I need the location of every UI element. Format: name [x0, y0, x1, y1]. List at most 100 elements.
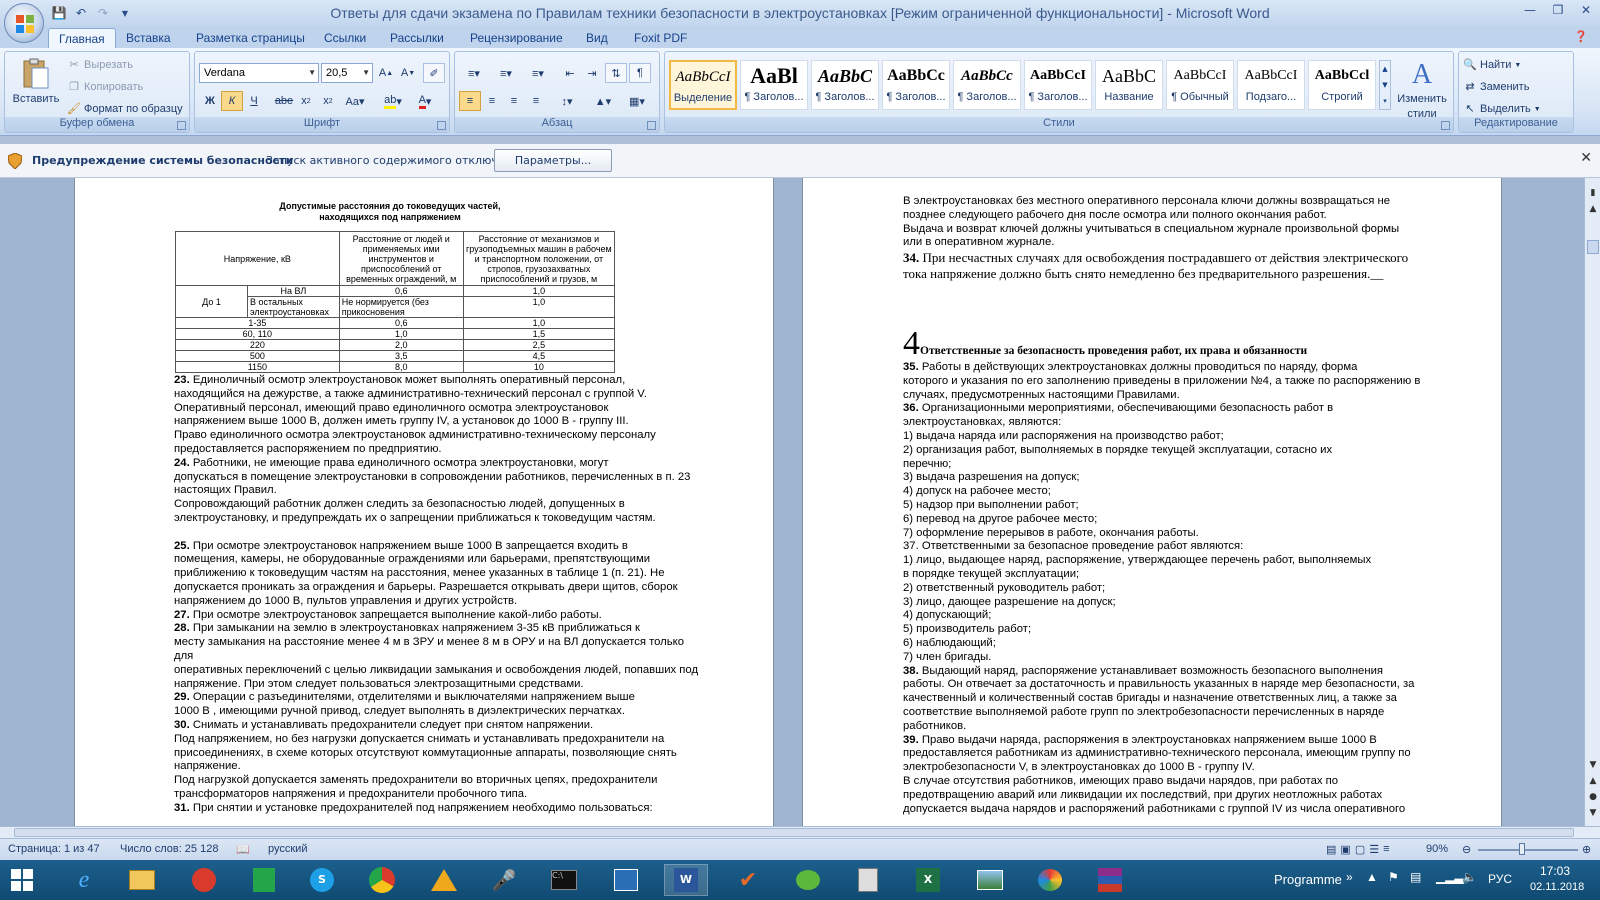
- paint-icon[interactable]: [1028, 864, 1072, 896]
- volume-icon[interactable]: 🔈: [1462, 870, 1477, 884]
- office-button[interactable]: [4, 3, 44, 43]
- internet-explorer-icon[interactable]: e: [62, 864, 106, 896]
- scroll-thumb[interactable]: [14, 828, 1574, 837]
- change-case-button[interactable]: Aa▾: [341, 91, 369, 111]
- find-button[interactable]: 🔍 Найти ▼: [1463, 58, 1521, 72]
- chrome-icon[interactable]: [360, 864, 404, 896]
- vertical-scrollbar[interactable]: ▮ ▲ ▼ ▲ ● ▼: [1584, 178, 1600, 826]
- zoom-slider-thumb[interactable]: [1519, 843, 1525, 855]
- skype-icon[interactable]: S: [300, 864, 344, 896]
- language[interactable]: русский: [268, 843, 307, 855]
- next-page-icon[interactable]: ▼: [1586, 806, 1600, 820]
- decrease-indent-button[interactable]: ⇤: [559, 63, 581, 83]
- show-marks-button[interactable]: ¶: [629, 63, 651, 83]
- select-button[interactable]: ↖ Выделить ▼: [1463, 102, 1540, 116]
- style-heading-5[interactable]: AaBbCcI ¶ Заголов...: [1024, 60, 1092, 110]
- font-color-button[interactable]: A ▾: [411, 91, 439, 111]
- winrar-icon[interactable]: [1088, 864, 1132, 896]
- zoom-out-icon[interactable]: ⊖: [1462, 843, 1471, 856]
- page-left[interactable]: Допустимые расстояния до токоведущих час…: [74, 178, 774, 826]
- strikethrough-button[interactable]: abe: [273, 91, 295, 111]
- checklist-app-icon[interactable]: ✔: [726, 864, 770, 896]
- tab-foxit-pdf[interactable]: Foxit PDF: [624, 28, 697, 48]
- justify-button[interactable]: ≡: [525, 91, 547, 111]
- ruler-toggle-icon[interactable]: ▮: [1586, 186, 1600, 200]
- network-app-icon[interactable]: [604, 864, 648, 896]
- minimize-icon[interactable]: —: [1516, 0, 1544, 20]
- tab-insert[interactable]: Вставка: [116, 28, 181, 48]
- command-prompt-icon[interactable]: C:\: [542, 864, 586, 896]
- style-heading-1[interactable]: AaBl ¶ Заголов...: [740, 60, 808, 110]
- clock-date[interactable]: 02.11.2018: [1530, 881, 1584, 893]
- start-button[interactable]: [0, 864, 44, 896]
- picture-viewer-icon[interactable]: [968, 864, 1012, 896]
- dialog-launcher-icon[interactable]: [647, 121, 656, 130]
- tab-view[interactable]: Вид: [576, 28, 618, 48]
- highlight-button[interactable]: ab ▾: [379, 91, 407, 111]
- network-icon[interactable]: ▤: [1410, 870, 1421, 884]
- style-subtitle[interactable]: AaBbCcI Подзаго...: [1237, 60, 1305, 110]
- bold-button[interactable]: Ж: [199, 91, 221, 111]
- underline-button[interactable]: Ч: [243, 91, 265, 111]
- style-heading-2[interactable]: AaBbC ¶ Заголов...: [811, 60, 879, 110]
- page-count[interactable]: Страница: 1 из 47: [8, 843, 100, 855]
- style-strong[interactable]: AaBbCcl Строгий: [1308, 60, 1376, 110]
- word-count[interactable]: Число слов: 25 128: [120, 843, 218, 855]
- tab-review[interactable]: Рецензирование: [460, 28, 573, 48]
- close-icon[interactable]: ✕: [1572, 0, 1600, 20]
- toolbar-expand-icon[interactable]: »: [1346, 870, 1353, 884]
- app-triangle-icon[interactable]: [422, 864, 466, 896]
- line-spacing-button[interactable]: ↕▾: [553, 91, 581, 111]
- word-taskbar-icon[interactable]: W: [664, 864, 708, 896]
- input-language[interactable]: РУС: [1488, 872, 1512, 886]
- grow-font-button[interactable]: A ▲: [375, 63, 397, 83]
- browse-object-icon[interactable]: ●: [1586, 790, 1600, 804]
- show-hidden-icons[interactable]: ▲: [1366, 870, 1378, 884]
- cut-button[interactable]: ✂ Вырезать: [67, 58, 133, 72]
- tab-page-layout[interactable]: Разметка страницы: [186, 28, 315, 48]
- ccleaner-icon[interactable]: [182, 864, 226, 896]
- styles-scroll[interactable]: ▲ ▼ ▾: [1379, 60, 1391, 110]
- align-right-button[interactable]: ≡: [503, 91, 525, 111]
- dialog-launcher-icon[interactable]: [1441, 121, 1450, 130]
- subscript-button[interactable]: x2: [295, 91, 317, 111]
- align-center-button[interactable]: ≡: [481, 91, 503, 111]
- outline-icon[interactable]: ☰: [1369, 843, 1379, 856]
- format-painter-button[interactable]: 🖌 Формат по образцу: [67, 102, 183, 116]
- font-name-combo[interactable]: Verdana ▼: [199, 63, 319, 83]
- numbering-button[interactable]: ≡▾: [491, 63, 521, 83]
- excel-icon[interactable]: X: [906, 864, 950, 896]
- copy-button[interactable]: ❐ Копировать: [67, 80, 143, 94]
- zoom-slider[interactable]: [1478, 849, 1578, 851]
- print-layout-icon[interactable]: ▤: [1326, 843, 1336, 856]
- zoom-in-icon[interactable]: ⊕: [1582, 843, 1591, 856]
- programme-toolbar[interactable]: Programme: [1274, 872, 1342, 887]
- full-screen-icon[interactable]: ▣: [1340, 843, 1350, 856]
- web-layout-icon[interactable]: ▢: [1355, 843, 1365, 856]
- tab-home[interactable]: Главная: [48, 28, 116, 48]
- style-normal[interactable]: AaBbCcI ¶ Обычный: [1166, 60, 1234, 110]
- calculator-icon[interactable]: [846, 864, 890, 896]
- options-button[interactable]: Параметры...: [494, 149, 612, 172]
- change-styles-button[interactable]: A Изменить стили: [1393, 60, 1451, 121]
- help-icon[interactable]: ❓: [1574, 30, 1588, 43]
- scroll-down-icon[interactable]: ▼: [1586, 758, 1600, 772]
- replace-button[interactable]: ⇄ Заменить: [1463, 80, 1529, 94]
- app-green-icon[interactable]: [242, 864, 286, 896]
- draft-icon[interactable]: ≡: [1383, 843, 1389, 856]
- scroll-thumb[interactable]: [1587, 240, 1599, 254]
- document-area[interactable]: Допустимые расстояния до токоведущих час…: [0, 178, 1584, 826]
- zoom-level[interactable]: 90%: [1426, 843, 1448, 855]
- restore-icon[interactable]: ❐: [1544, 0, 1572, 20]
- tab-references[interactable]: Ссылки: [314, 28, 376, 48]
- shrink-font-button[interactable]: A ▼: [397, 63, 419, 83]
- microphone-icon[interactable]: 🎤: [482, 864, 526, 896]
- page-right[interactable]: В электроустановках без местного операти…: [802, 178, 1502, 826]
- paste-button[interactable]: Вставить: [11, 58, 61, 105]
- scroll-up-icon[interactable]: ▲: [1586, 202, 1600, 216]
- style-heading-4[interactable]: AaBbCc ¶ Заголов...: [953, 60, 1021, 110]
- style-emphasis[interactable]: AaBbCcI Выделение: [669, 60, 737, 110]
- font-size-combo[interactable]: 20,5 ▼: [321, 63, 373, 83]
- close-icon[interactable]: ✕: [1580, 150, 1592, 166]
- style-title[interactable]: AaBbC Название: [1095, 60, 1163, 110]
